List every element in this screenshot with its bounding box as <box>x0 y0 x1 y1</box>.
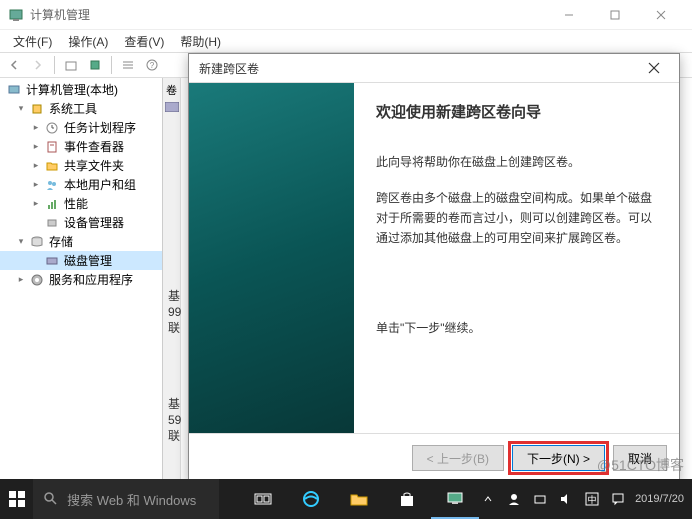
tree-services[interactable]: ▸ 服务和应用程序 <box>0 270 162 289</box>
wizard-p2: 跨区卷由多个磁盘上的磁盘空间构成。如果单个磁盘对于所需要的卷而言过小，则可以创建… <box>376 188 657 248</box>
forward-icon[interactable] <box>28 55 48 75</box>
menubar: 文件(F) 操作(A) 查看(V) 帮助(H) <box>0 30 692 52</box>
svg-text:中: 中 <box>588 494 597 505</box>
expand-icon[interactable]: ▸ <box>30 122 42 133</box>
log-icon <box>44 139 60 155</box>
wizard-p1: 此向导将帮助你在磁盘上创建跨区卷。 <box>376 152 657 172</box>
tree-eventviewer[interactable]: ▸ 事件查看器 <box>0 137 162 156</box>
dialog-titlebar: 新建跨区卷 <box>189 54 679 82</box>
mmc-icon[interactable] <box>431 479 479 519</box>
computer-icon <box>6 82 22 98</box>
expand-icon[interactable]: ▸ <box>15 274 27 285</box>
list-icon[interactable] <box>118 55 138 75</box>
dialog-close-button[interactable] <box>639 56 669 80</box>
chart-icon <box>44 196 60 212</box>
notification-icon[interactable] <box>609 490 627 508</box>
search-box[interactable]: 搜索 Web 和 Windows <box>33 479 219 519</box>
system-tray: 中 2019/7/20 <box>479 490 692 508</box>
tree-devmgr[interactable]: 设备管理器 <box>0 213 162 232</box>
tree-diskmgmt[interactable]: 磁盘管理 <box>0 251 162 270</box>
tree-systools[interactable]: ▾ 系统工具 <box>0 99 162 118</box>
back-button: < 上一步(B) <box>412 445 504 471</box>
start-button[interactable] <box>0 479 33 519</box>
menu-help[interactable]: 帮助(H) <box>172 33 229 50</box>
expand-icon[interactable]: ▸ <box>30 198 42 209</box>
collapse-icon[interactable]: ▾ <box>15 236 27 247</box>
menu-view[interactable]: 查看(V) <box>116 33 172 50</box>
tray-up-icon[interactable] <box>479 490 497 508</box>
taskview-icon[interactable] <box>239 479 287 519</box>
minimize-button[interactable] <box>546 0 592 30</box>
partition-info-1: 基 99 联 <box>168 288 183 336</box>
expand-icon[interactable]: ▸ <box>30 179 42 190</box>
expand-icon[interactable]: ▸ <box>30 141 42 152</box>
store-icon[interactable] <box>383 479 431 519</box>
search-placeholder: 搜索 Web 和 Windows <box>67 490 196 509</box>
titlebar: 计算机管理 <box>0 0 692 30</box>
device-icon <box>44 215 60 231</box>
disk-icon <box>44 253 60 269</box>
next-button[interactable]: 下一步(N) > <box>512 445 605 471</box>
wizard-content: 欢迎使用新建跨区卷向导 此向导将帮助你在磁盘上创建跨区卷。 跨区卷由多个磁盘上的… <box>354 83 679 433</box>
back-icon[interactable] <box>4 55 24 75</box>
taskbar: 搜索 Web 和 Windows 中 2019/7/20 <box>0 479 692 519</box>
menu-action[interactable]: 操作(A) <box>60 33 116 50</box>
tree-shared[interactable]: ▸ 共享文件夹 <box>0 156 162 175</box>
svg-text:?: ? <box>150 61 155 70</box>
menu-file[interactable]: 文件(F) <box>5 33 60 50</box>
folder-icon <box>44 158 60 174</box>
tree-root[interactable]: 计算机管理(本地) <box>0 80 162 99</box>
wizard-banner <box>189 83 354 433</box>
refresh-icon[interactable] <box>85 55 105 75</box>
people-icon[interactable] <box>505 490 523 508</box>
up-icon[interactable] <box>61 55 81 75</box>
disk-thumb <box>165 102 179 112</box>
volume-icon[interactable] <box>557 490 575 508</box>
tree-panel: 计算机管理(本地) ▾ 系统工具 ▸ 任务计划程序 ▸ 事件查看器 ▸ 共享文件… <box>0 78 163 498</box>
users-icon <box>44 177 60 193</box>
dialog-title: 新建跨区卷 <box>199 60 259 77</box>
clock-icon <box>44 120 60 136</box>
expand-icon[interactable]: ▸ <box>30 160 42 171</box>
cancel-button[interactable]: 取消 <box>613 445 667 471</box>
storage-icon <box>29 234 45 250</box>
wizard-heading: 欢迎使用新建跨区卷向导 <box>376 101 657 122</box>
network-icon[interactable] <box>531 490 549 508</box>
explorer-icon[interactable] <box>335 479 383 519</box>
edge-icon[interactable] <box>287 479 335 519</box>
search-icon <box>43 491 59 507</box>
tree-perf[interactable]: ▸ 性能 <box>0 194 162 213</box>
tray-date[interactable]: 2019/7/20 <box>635 493 684 505</box>
close-button[interactable] <box>638 0 684 30</box>
maximize-button[interactable] <box>592 0 638 30</box>
tree-storage[interactable]: ▾ 存储 <box>0 232 162 251</box>
partition-info-2: 基 59 联 <box>168 396 183 444</box>
window-title: 计算机管理 <box>30 6 90 23</box>
wizard-buttons: < 上一步(B) 下一步(N) > 取消 <box>189 434 679 482</box>
services-icon <box>29 272 45 288</box>
help-icon[interactable]: ? <box>142 55 162 75</box>
tree-localusers[interactable]: ▸ 本地用户和组 <box>0 175 162 194</box>
wizard-p3: 单击"下一步"继续。 <box>376 318 657 338</box>
tree-scheduler[interactable]: ▸ 任务计划程序 <box>0 118 162 137</box>
tools-icon <box>29 101 45 117</box>
wizard-dialog: 新建跨区卷 欢迎使用新建跨区卷向导 此向导将帮助你在磁盘上创建跨区卷。 跨区卷由… <box>188 53 680 483</box>
collapse-icon[interactable]: ▾ <box>15 103 27 114</box>
ime-icon[interactable]: 中 <box>583 490 601 508</box>
app-icon <box>8 7 24 23</box>
